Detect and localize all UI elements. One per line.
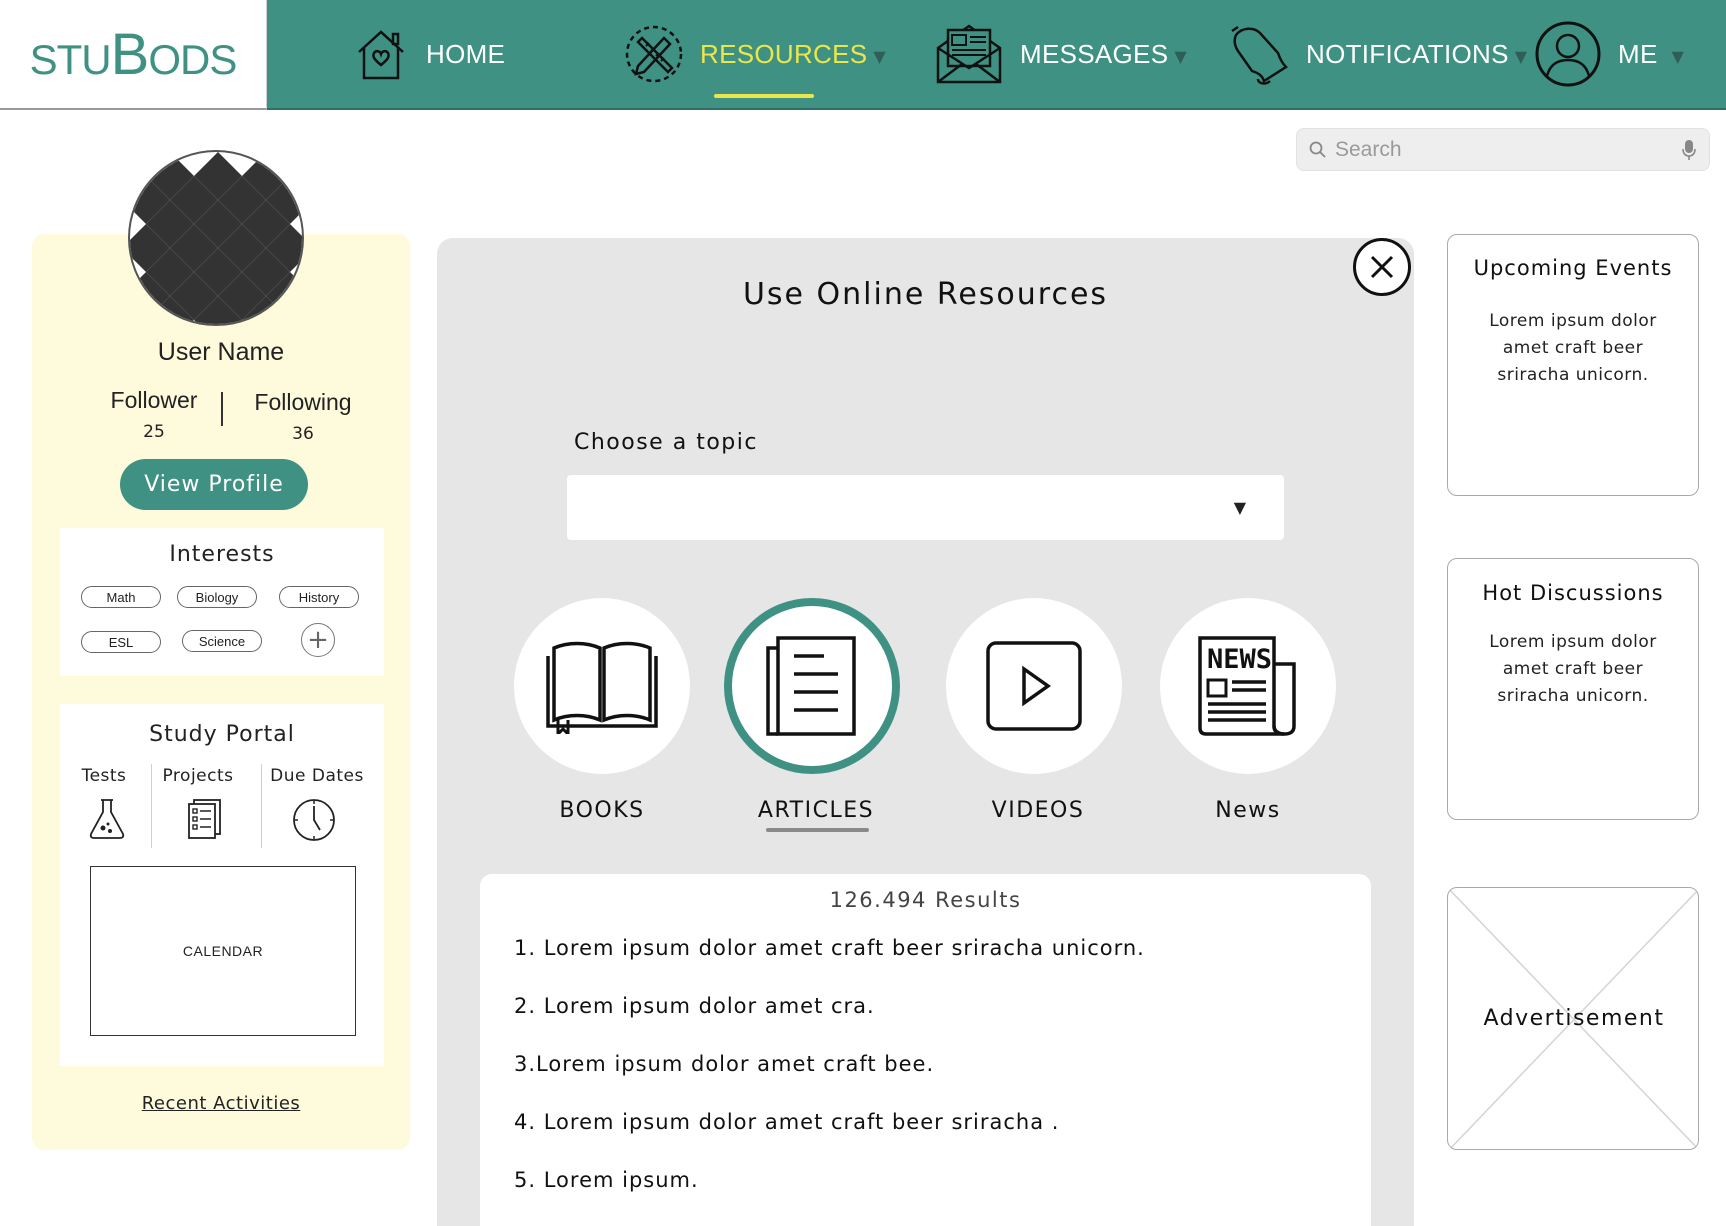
search-input[interactable] — [1335, 137, 1681, 162]
study-projects-label: Projects — [162, 766, 234, 786]
nav-notifications[interactable]: NOTIFICATIONS ▼ — [1228, 0, 1527, 108]
resource-type-books[interactable] — [514, 598, 690, 774]
resource-label-news[interactable]: News — [1148, 798, 1348, 823]
result-item[interactable]: 4. Lorem ipsum dolor amet craft beer sri… — [514, 1110, 1059, 1134]
logo-text-end: ODS — [148, 35, 237, 83]
follow-divider — [221, 392, 223, 426]
pencil-ruler-icon — [625, 25, 683, 83]
nav-resources-label: RESOURCES — [700, 38, 868, 69]
chevron-down-icon: ▼ — [1174, 46, 1187, 66]
upcoming-events-line: Lorem ipsum dolor — [1489, 311, 1657, 331]
upcoming-events-card[interactable]: Upcoming Events Lorem ipsum dolor amet c… — [1447, 234, 1699, 496]
resource-type-videos[interactable] — [946, 598, 1122, 774]
mail-icon — [936, 24, 1002, 84]
calendar-widget[interactable]: CALENDAR — [90, 866, 356, 1036]
documents-icon[interactable] — [186, 798, 224, 840]
follower-label: Follower — [110, 387, 198, 413]
study-portal-title: Study Portal — [149, 722, 295, 747]
recent-activities-link[interactable]: Recent Activities — [32, 1093, 410, 1114]
nav-messages[interactable]: MESSAGES ▼ — [934, 0, 1187, 108]
advertisement-card[interactable]: Advertisement — [1447, 887, 1699, 1150]
result-item[interactable]: 1. Lorem ipsum dolor amet craft beer sri… — [514, 936, 1145, 960]
advertisement-label: Advertisement — [1483, 1006, 1665, 1031]
home-icon — [358, 30, 404, 80]
article-icon — [766, 636, 856, 736]
resource-type-articles[interactable] — [724, 598, 900, 774]
flask-icon[interactable] — [88, 798, 126, 840]
study-portal-card: Study Portal Tests Projects Due Dates CA… — [60, 704, 384, 1066]
results-count: 126.494 Results — [829, 888, 1022, 912]
interests-title: Interests — [169, 542, 275, 567]
interest-chip-biology[interactable]: Biology — [177, 586, 257, 608]
microphone-icon[interactable] — [1681, 138, 1697, 162]
nav-home-label: HOME — [426, 38, 506, 69]
bell-icon — [1231, 25, 1288, 85]
nav-me[interactable]: ME ▼ — [1534, 0, 1684, 108]
following-label: Following — [254, 389, 352, 415]
logo-area[interactable]: STUBODS — [0, 0, 267, 110]
resource-label-articles[interactable]: ARTICLES — [716, 798, 916, 823]
upcoming-events-title: Upcoming Events — [1473, 256, 1673, 280]
argyle-pattern — [130, 152, 302, 324]
interest-chip-history[interactable]: History — [279, 586, 359, 608]
hot-discussions-line: amet craft beer — [1502, 659, 1644, 679]
hot-discussions-line: Lorem ipsum dolor — [1489, 632, 1657, 652]
nav-active-indicator — [714, 94, 814, 98]
hot-discussions-body: Lorem ipsum dolor amet craft beer srirac… — [1448, 629, 1698, 710]
chevron-down-icon: ▼ — [873, 46, 886, 66]
nav-resources[interactable]: RESOURCES ▼ — [624, 0, 886, 108]
logo-text: STU — [29, 35, 112, 83]
upcoming-events-body: Lorem ipsum dolor amet craft beer srirac… — [1448, 308, 1698, 389]
user-icon — [1535, 21, 1601, 87]
chevron-down-icon: ▼ — [1514, 46, 1528, 66]
follower-count: 25 — [143, 422, 165, 442]
result-item[interactable]: 3.Lorem ipsum dolor amet craft bee. — [514, 1052, 934, 1076]
hot-discussions-title: Hot Discussions — [1482, 581, 1664, 605]
news-icon-text: NEWS — [1207, 644, 1272, 675]
following-count: 36 — [292, 424, 314, 444]
interest-chip-math[interactable]: Math — [81, 586, 161, 608]
panel-title: Use Online Resources — [742, 277, 1109, 312]
following-stat[interactable]: Following 36 — [246, 389, 360, 444]
search-icon — [1309, 141, 1326, 158]
view-profile-button[interactable]: View Profile — [120, 459, 308, 510]
clock-icon[interactable] — [292, 798, 336, 842]
study-divider — [261, 764, 262, 848]
interests-card: Interests Math Biology History ESL Scien… — [60, 528, 384, 676]
interest-chip-science[interactable]: Science — [182, 630, 262, 652]
search-bar[interactable] — [1296, 128, 1710, 171]
user-name: User Name — [157, 338, 285, 366]
logo[interactable]: STUBODS — [29, 21, 238, 88]
logo-text-cap: B — [110, 21, 150, 87]
upcoming-events-line: sriracha unicorn. — [1497, 365, 1649, 385]
add-interest-button[interactable]: + — [301, 623, 335, 657]
nav-me-label: ME — [1618, 38, 1658, 69]
result-item[interactable]: 2. Lorem ipsum dolor amet cra. — [514, 994, 875, 1018]
study-divider — [151, 764, 152, 848]
resource-label-books[interactable]: BOOKS — [502, 798, 702, 823]
resource-label-videos[interactable]: VIDEOS — [938, 798, 1138, 823]
nav-messages-label: MESSAGES — [1020, 38, 1169, 69]
chevron-down-icon: ▼ — [1233, 498, 1246, 517]
hot-discussions-line: sriracha unicorn. — [1497, 686, 1649, 706]
chevron-down-icon: ▼ — [1671, 46, 1684, 66]
resource-type-news[interactable]: NEWS — [1160, 598, 1336, 774]
interest-chip-esl[interactable]: ESL — [81, 631, 161, 653]
avatar[interactable] — [128, 150, 304, 326]
result-item[interactable]: 5. Lorem ipsum. — [514, 1168, 699, 1192]
nav-home[interactable]: HOME — [352, 0, 505, 108]
follower-stat[interactable]: Follower 25 — [102, 387, 206, 442]
topic-dropdown[interactable]: ▼ — [567, 475, 1284, 540]
active-type-indicator — [766, 828, 869, 832]
study-tests-label: Tests — [81, 766, 127, 786]
topic-label: Choose a topic — [574, 430, 758, 455]
play-icon — [986, 641, 1082, 731]
book-icon — [546, 641, 658, 734]
hot-discussions-card[interactable]: Hot Discussions Lorem ipsum dolor amet c… — [1447, 558, 1699, 820]
study-due-dates-label: Due Dates — [270, 766, 364, 786]
upcoming-events-line: amet craft beer — [1502, 338, 1644, 358]
nav-notifications-label: NOTIFICATIONS — [1306, 38, 1509, 69]
newspaper-icon: NEWS — [1198, 636, 1296, 736]
results-panel: 126.494 Results 1. Lorem ipsum dolor ame… — [480, 874, 1371, 1226]
